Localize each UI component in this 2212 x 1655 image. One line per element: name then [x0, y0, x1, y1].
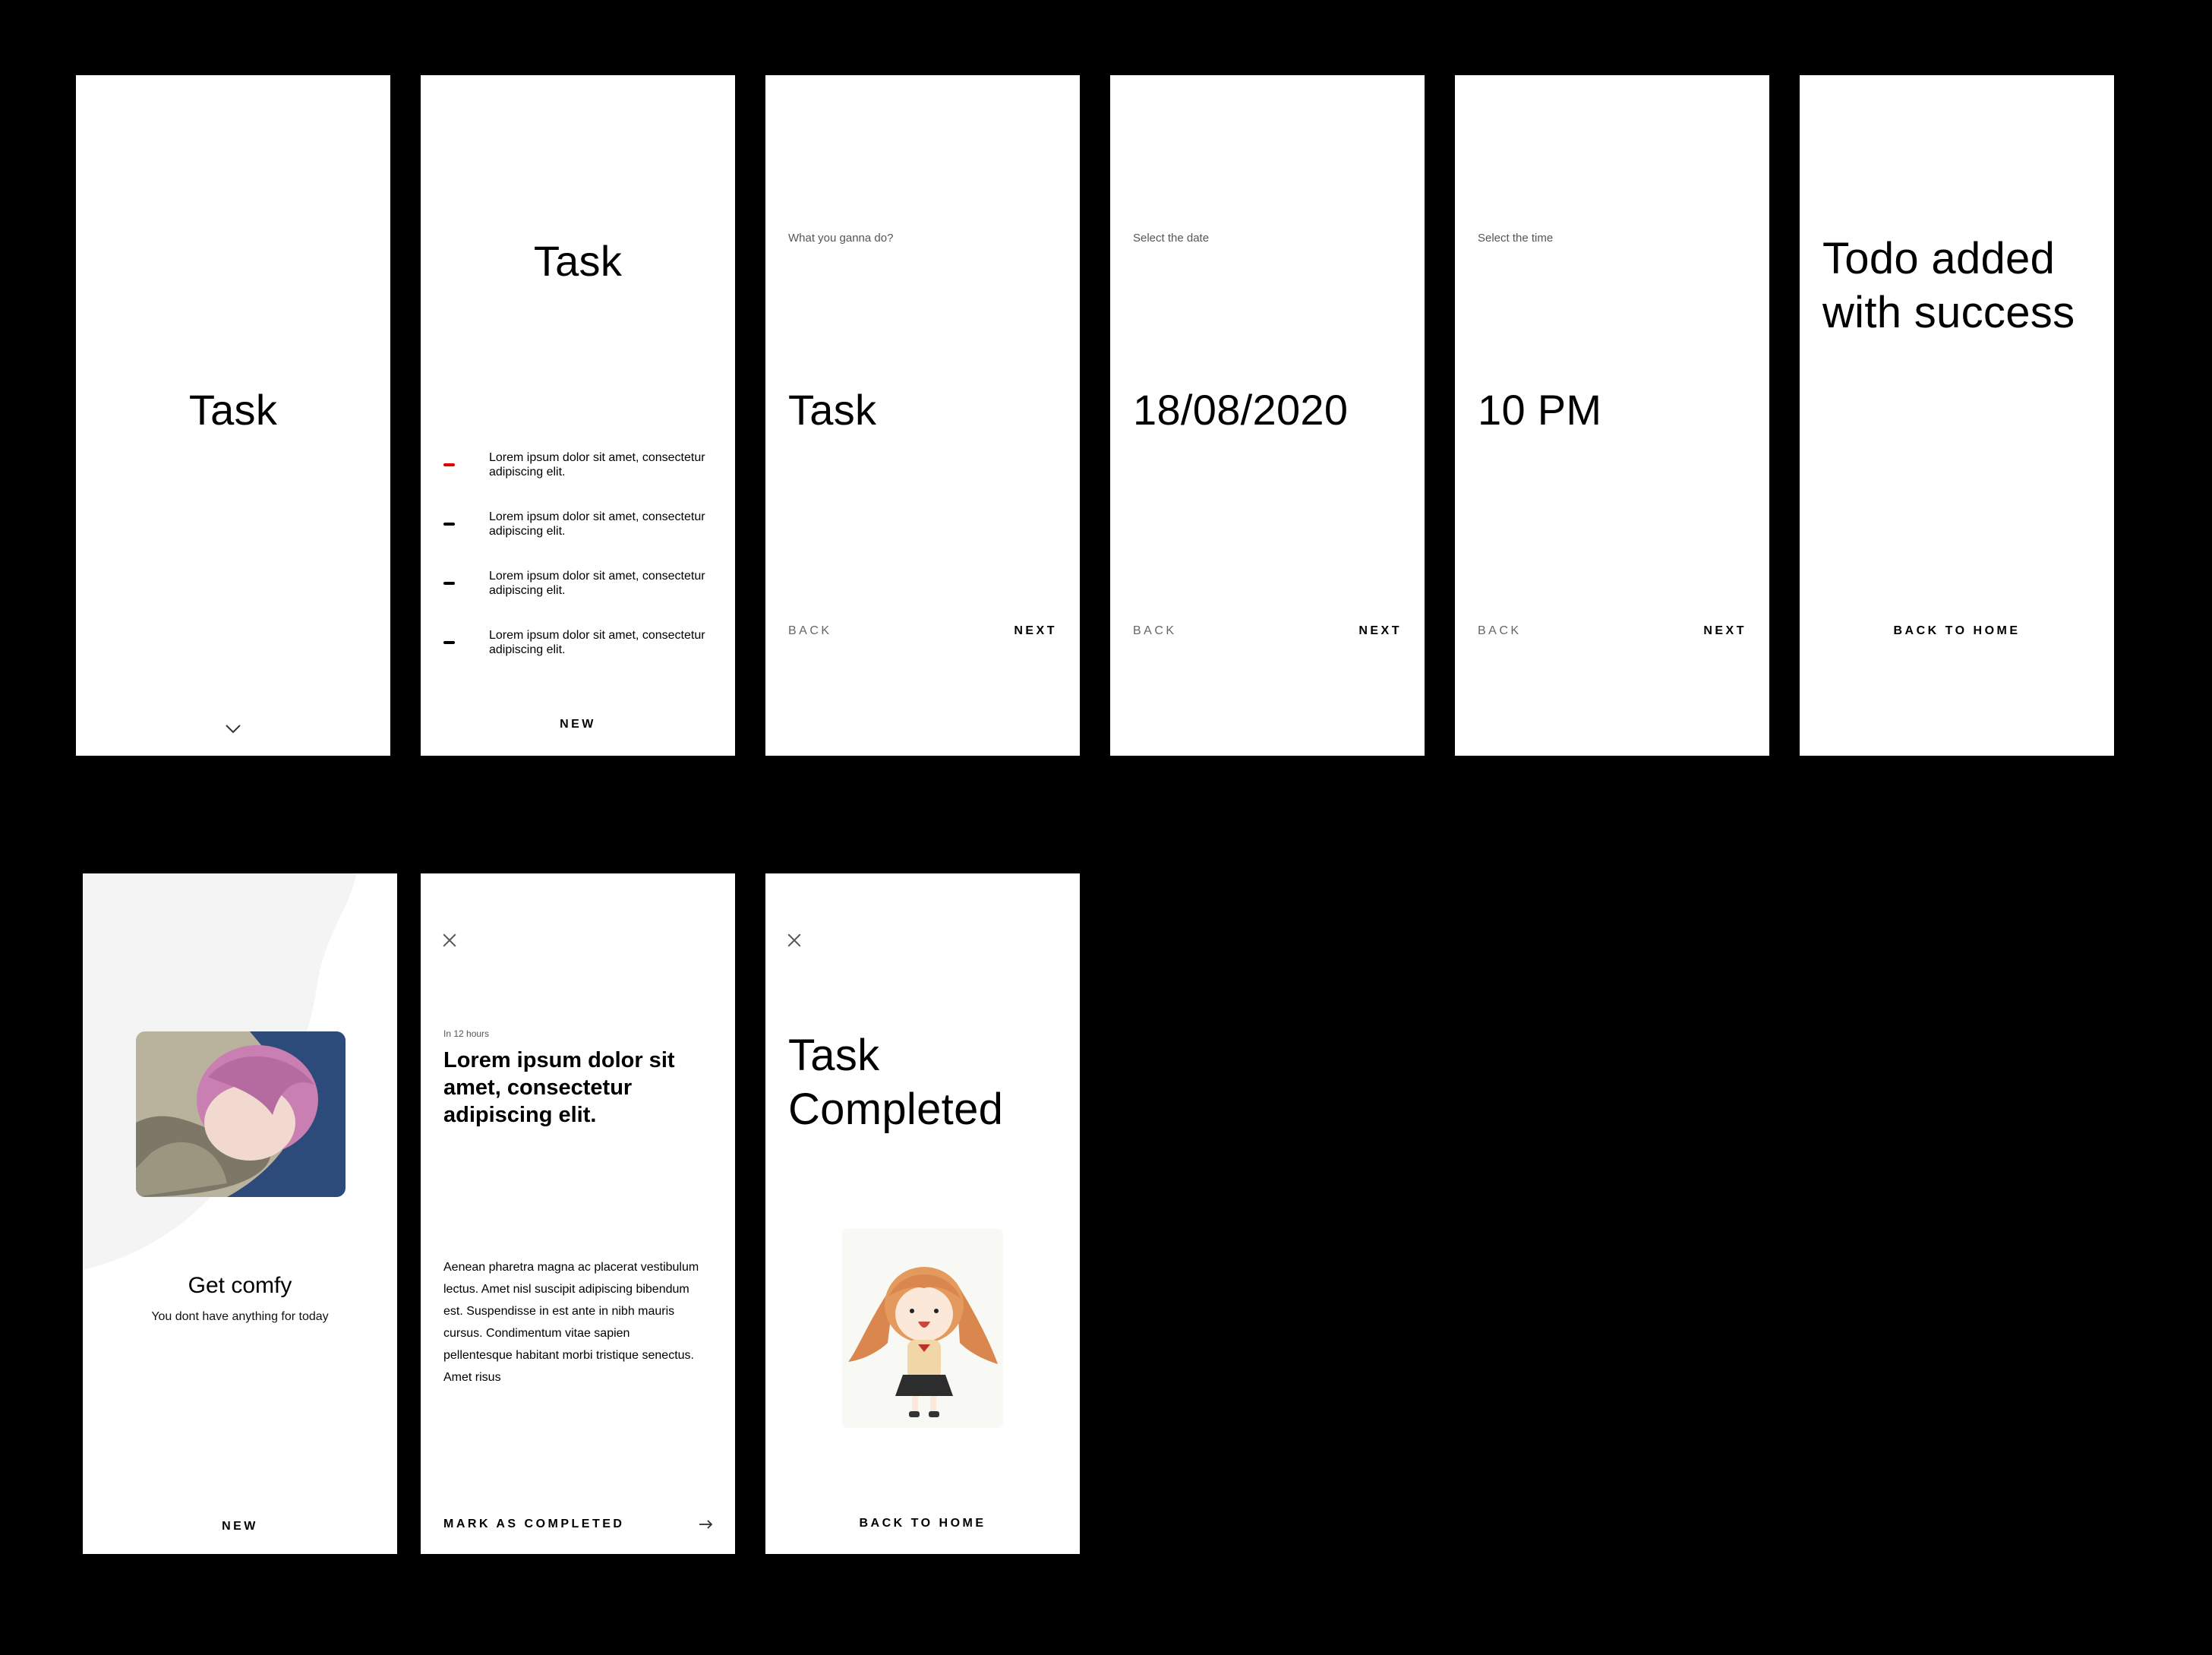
task-list-item[interactable]: Lorem ipsum dolor sit amet, consectetur … [443, 450, 717, 484]
task-detail-title: Lorem ipsum dolor sit amet, consectetur … [443, 1048, 675, 1127]
prompt-label: Select the date [1133, 232, 1210, 245]
close-icon[interactable] [441, 932, 458, 949]
screen-splash: Task [76, 75, 390, 756]
back-to-home-button[interactable]: BACK TO HOME [1800, 624, 2114, 638]
prompt-label: What you ganna do? [788, 232, 894, 245]
new-button[interactable]: NEW [421, 718, 735, 731]
task-list-item[interactable]: Lorem ipsum dolor sit amet, consectetur … [443, 510, 717, 543]
back-button[interactable]: BACK [1478, 624, 1522, 638]
back-to-home-button[interactable]: BACK TO HOME [765, 1517, 1080, 1530]
success-title: Todo added with success [1822, 234, 2075, 337]
next-button[interactable]: NEXT [1703, 624, 1747, 638]
screen-select-time: Select the time 10 PM BACK NEXT [1455, 75, 1769, 756]
priority-dash-icon [443, 641, 455, 644]
next-button[interactable]: NEXT [1014, 624, 1057, 638]
background-blob [83, 873, 356, 1270]
close-icon[interactable] [786, 932, 803, 949]
mark-as-completed-button[interactable]: MARK AS COMPLETED [443, 1518, 624, 1531]
task-list-item[interactable]: Lorem ipsum dolor sit amet, consectetur … [443, 628, 717, 662]
back-button[interactable]: BACK [788, 624, 832, 638]
empty-subtitle: You dont have anything for today [151, 1310, 329, 1323]
splash-title: Task [188, 386, 278, 434]
screen-task-completed: Task Completed BACK TO HOME [765, 873, 1080, 1554]
task-description: Aenean pharetra magna ac placerat vestib… [443, 1261, 699, 1384]
screen-task-list: Task Lorem ipsum dolor sit amet, consect… [421, 75, 735, 756]
task-input-value[interactable]: Task [788, 387, 876, 434]
screen-select-date: Select the date 18/08/2020 BACK NEXT [1110, 75, 1425, 756]
new-button[interactable]: NEW [83, 1520, 397, 1533]
illustration-sleeping-image [136, 1031, 346, 1197]
priority-dash-icon [443, 523, 455, 526]
screen-task-detail: In 12 hours Lorem ipsum dolor sit amet, … [421, 873, 735, 1554]
priority-dash-icon [443, 582, 455, 585]
priority-dash-icon [443, 463, 455, 466]
date-value[interactable]: 18/08/2020 [1133, 387, 1348, 434]
prompt-label: Select the time [1478, 232, 1554, 245]
illustration-cheering-girl-image [842, 1229, 1003, 1428]
completed-title: Task Completed [788, 1031, 1004, 1134]
time-value[interactable]: 10 PM [1478, 387, 1601, 434]
arrow-right-icon[interactable] [699, 1519, 714, 1530]
back-button[interactable]: BACK [1133, 624, 1177, 638]
empty-title: Get comfy [188, 1273, 292, 1298]
task-meta: In 12 hours [443, 1028, 490, 1039]
task-list-title: Task [533, 237, 623, 285]
task-list-item[interactable]: Lorem ipsum dolor sit amet, consectetur … [443, 569, 717, 602]
chevron-down-icon[interactable] [225, 724, 241, 734]
screen-todo-added: Todo added with success BACK TO HOME [1800, 75, 2114, 756]
screen-empty-state: Get comfy You dont have anything for tod… [83, 873, 397, 1554]
next-button[interactable]: NEXT [1358, 624, 1402, 638]
screen-task-input: What you ganna do? Task BACK NEXT [765, 75, 1080, 756]
